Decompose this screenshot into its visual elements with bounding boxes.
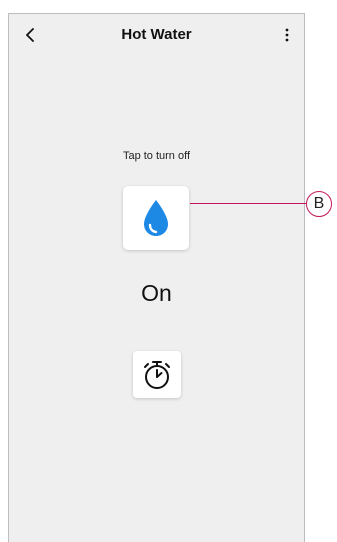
water-drop-icon — [144, 200, 168, 236]
screenshot-root: Hot Water Tap to turn off On B — [0, 0, 337, 542]
callout-line — [190, 203, 306, 204]
more-options-button[interactable] — [280, 24, 294, 46]
app-screen: Hot Water Tap to turn off On — [8, 13, 305, 542]
state-label: On — [141, 280, 172, 306]
more-vertical-icon — [285, 28, 289, 42]
hot-water-toggle-button[interactable] — [123, 186, 189, 250]
timer-button[interactable] — [133, 351, 181, 398]
top-bar: Hot Water — [9, 14, 304, 56]
callout-badge-b: B — [306, 191, 332, 217]
page-title: Hot Water — [121, 26, 192, 43]
stopwatch-icon — [144, 360, 170, 389]
tap-hint-text: Tap to turn off — [122, 150, 191, 162]
